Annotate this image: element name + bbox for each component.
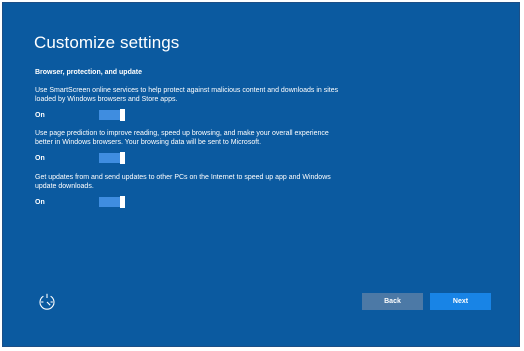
toggle-state-label: On	[35, 155, 45, 162]
page-title: Customize settings	[34, 33, 180, 52]
setting-state-row: On	[35, 109, 475, 122]
setting-page-prediction: Use page prediction to improve reading, …	[35, 129, 475, 165]
setting-description-line: loaded by Windows browsers and Store app…	[35, 96, 178, 103]
setting-description-line: update downloads.	[35, 183, 94, 190]
setting-state-row: On	[35, 196, 475, 209]
setting-description-line: Use SmartScreen online services to help …	[35, 87, 339, 94]
oobe-window: Customize settings Browser, protection, …	[2, 2, 520, 347]
setting-update-delivery: Get updates from and send updates to oth…	[35, 173, 475, 209]
toggle-state-label: On	[35, 112, 45, 119]
ease-of-access-icon[interactable]	[38, 293, 56, 311]
ease-of-access-icon-graphic	[39, 293, 55, 310]
setting-description-line: Use page prediction to improve reading, …	[35, 130, 329, 137]
setting-description: Use SmartScreen online services to help …	[35, 86, 475, 104]
toggle-state-label: On	[35, 199, 45, 206]
back-button[interactable]: Back	[362, 293, 423, 310]
setting-smartscreen: Use SmartScreen online services to help …	[35, 86, 475, 122]
section-heading: Browser, protection, and update	[35, 69, 142, 76]
smartscreen-toggle[interactable]	[99, 109, 125, 121]
setting-state-row: On	[35, 152, 475, 165]
setting-description: Get updates from and send updates to oth…	[35, 173, 475, 191]
setting-description-line: Get updates from and send updates to oth…	[35, 174, 331, 181]
next-button[interactable]: Next	[430, 293, 491, 310]
setting-description-line: better in Windows browsers. Your browsin…	[35, 139, 262, 146]
update-delivery-toggle[interactable]	[99, 196, 125, 208]
toggle-thumb[interactable]	[120, 196, 125, 208]
page-prediction-toggle[interactable]	[99, 152, 125, 164]
setting-description: Use page prediction to improve reading, …	[35, 129, 475, 147]
toggle-thumb[interactable]	[120, 109, 125, 121]
toggle-thumb[interactable]	[120, 152, 125, 164]
